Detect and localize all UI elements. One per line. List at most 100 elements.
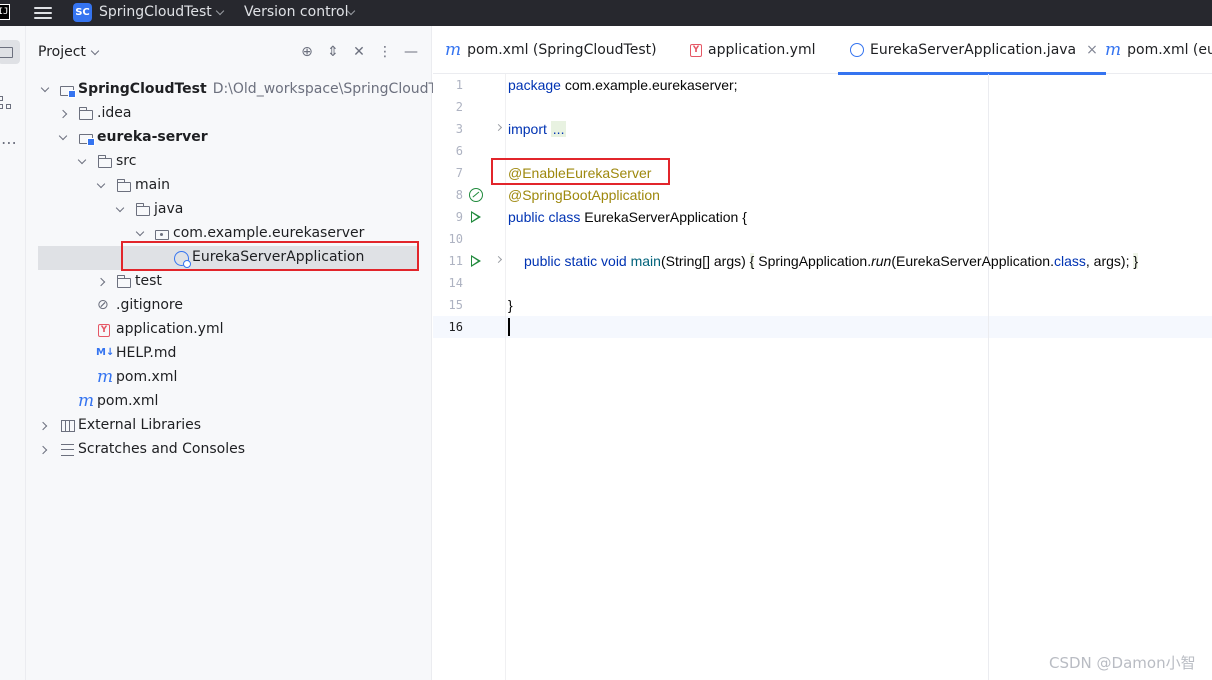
expand-all-icon[interactable]: ⇕: [325, 44, 341, 60]
tree-item-application-yml[interactable]: Y application.yml: [26, 318, 432, 342]
code-text: (String[] args): [660, 253, 750, 269]
project-badge[interactable]: SC: [73, 3, 92, 22]
keyword: package: [508, 77, 561, 93]
code-line[interactable]: package com.example.eurekaserver;: [508, 74, 738, 96]
expand-arrow-icon[interactable]: [38, 445, 48, 455]
version-control-menu[interactable]: Version control: [244, 4, 348, 20]
expand-arrow-icon[interactable]: [58, 131, 68, 141]
expand-arrow-icon[interactable]: [96, 277, 106, 287]
project-switcher[interactable]: SpringCloudTest: [99, 4, 212, 20]
tree-item-test[interactable]: test: [26, 270, 432, 294]
tree-item-pom-xml-root[interactable]: m pom.xml: [26, 390, 432, 414]
code-line[interactable]: public class EurekaServerApplication {: [508, 206, 747, 228]
line-number: 2: [455, 100, 463, 114]
code-line[interactable]: }: [508, 294, 513, 316]
collapse-all-icon[interactable]: ✕: [351, 44, 367, 60]
code-line[interactable]: @SpringBootApplication: [508, 184, 660, 206]
line-number: 14: [448, 276, 463, 290]
folded-brace[interactable]: }: [1133, 253, 1139, 269]
fold-arrow-icon[interactable]: [494, 123, 503, 132]
module-icon: [79, 134, 95, 146]
line-number: 6: [455, 144, 463, 158]
structure-tool-icon[interactable]: [0, 96, 14, 112]
tree-item-label: HELP.md: [116, 345, 177, 361]
tab-application-yml[interactable]: Y application.yml: [690, 26, 816, 74]
code-text: com.example.eurekaserver;: [560, 77, 738, 93]
tree-item-label: pom.xml: [97, 393, 159, 409]
package-icon: [155, 230, 169, 240]
watermark: CSDN @Damon小智: [1049, 654, 1196, 672]
code-line[interactable]: import ...: [508, 118, 567, 140]
tree-item-label: application.yml: [116, 321, 224, 337]
run-gutter-icon[interactable]: [471, 211, 481, 223]
code-line[interactable]: public static void main(String[] args) {…: [524, 250, 1139, 272]
expand-arrow-icon[interactable]: [96, 179, 106, 189]
tree-item-main[interactable]: main: [26, 174, 432, 198]
code-editor: m pom.xml (SpringCloudTest) Y applicatio…: [433, 26, 1212, 680]
yaml-file-icon: Y: [690, 43, 702, 57]
folder-icon: [78, 107, 93, 120]
project-panel-header: Project ⊕ ⇕ ✕ ⋮ —: [26, 26, 432, 64]
title-bar: IJ SC SpringCloudTest Version control: [0, 0, 1212, 26]
line-number: 15: [448, 298, 463, 312]
close-icon[interactable]: ×: [1086, 42, 1098, 58]
expand-arrow-icon[interactable]: [40, 83, 50, 93]
panel-title[interactable]: Project: [38, 44, 86, 60]
tab-pom-xml-root[interactable]: m pom.xml (SpringCloudTest): [445, 26, 657, 74]
line-number: 10: [448, 232, 463, 246]
intellij-logo-icon: IJ: [0, 4, 10, 20]
tree-item-scratches[interactable]: Scratches and Consoles: [26, 438, 432, 462]
expand-arrow-icon[interactable]: [115, 203, 125, 213]
tree-item-springcloudtest[interactable]: SpringCloudTest D:\Old_workspace\SpringCl…: [26, 78, 456, 102]
tree-item-external-libraries[interactable]: External Libraries: [26, 414, 432, 438]
current-line-highlight: [433, 316, 1212, 338]
tree-item-pom-xml-module[interactable]: m pom.xml: [26, 366, 432, 390]
code-text: , args);: [1085, 253, 1134, 269]
locate-icon[interactable]: ⊕: [299, 44, 315, 60]
line-number: 16: [448, 320, 463, 334]
maven-file-icon: m: [97, 367, 114, 387]
tab-eurekaserverapplication[interactable]: EurekaServerApplication.java ×: [838, 26, 1106, 75]
line-number: 7: [455, 166, 463, 180]
run-gutter-icon[interactable]: [471, 255, 481, 267]
main-menu-icon[interactable]: [34, 5, 52, 21]
line-number: 9: [455, 210, 463, 224]
chevron-down-icon[interactable]: [215, 6, 225, 16]
expand-arrow-icon[interactable]: [77, 155, 87, 165]
source-folder-icon: [135, 203, 150, 216]
fold-arrow-icon[interactable]: [494, 255, 503, 264]
tree-item-label: pom.xml: [116, 369, 178, 385]
tree-item-gitignore[interactable]: ⊘ .gitignore: [26, 294, 432, 318]
tree-item-label: com.example.eurekaserver: [173, 225, 365, 241]
tree-item-label: test: [135, 273, 162, 289]
folded-imports[interactable]: ...: [550, 121, 567, 137]
hide-panel-icon[interactable]: —: [403, 44, 419, 60]
highlight-box-tree: [121, 241, 419, 271]
tree-item-eureka-server[interactable]: eureka-server: [26, 126, 432, 150]
project-path: D:\Old_workspace\SpringCloudTest: [212, 81, 457, 97]
tab-pom-xml-module[interactable]: m pom.xml (eur: [1105, 26, 1212, 74]
text-caret: [508, 318, 510, 336]
keyword: class: [1053, 253, 1086, 269]
chevron-down-icon[interactable]: [90, 46, 100, 56]
maven-file-icon: m: [78, 391, 95, 411]
expand-arrow-icon[interactable]: [58, 109, 68, 119]
keyword: public static void: [524, 253, 627, 269]
method-name: main: [630, 253, 661, 269]
tree-item-java[interactable]: java: [26, 198, 432, 222]
tree-item-src[interactable]: src: [26, 150, 432, 174]
method-call: run: [871, 253, 892, 269]
module-icon: [60, 86, 76, 98]
project-tool-icon[interactable]: [0, 40, 20, 64]
tree-item-help-md[interactable]: M↓ HELP.md: [26, 342, 432, 366]
spring-bean-icon[interactable]: [469, 188, 483, 202]
code-text: EurekaServerApplication {: [580, 209, 747, 225]
tree-item-idea[interactable]: .idea: [26, 102, 432, 126]
expand-arrow-icon[interactable]: [135, 227, 145, 237]
options-icon[interactable]: ⋮: [377, 44, 393, 60]
expand-arrow-icon[interactable]: [38, 421, 48, 431]
tree-item-label: External Libraries: [78, 417, 201, 433]
line-number: 8: [455, 188, 463, 202]
tab-label: application.yml: [708, 42, 816, 58]
more-tools-icon[interactable]: ⋯: [1, 135, 18, 151]
